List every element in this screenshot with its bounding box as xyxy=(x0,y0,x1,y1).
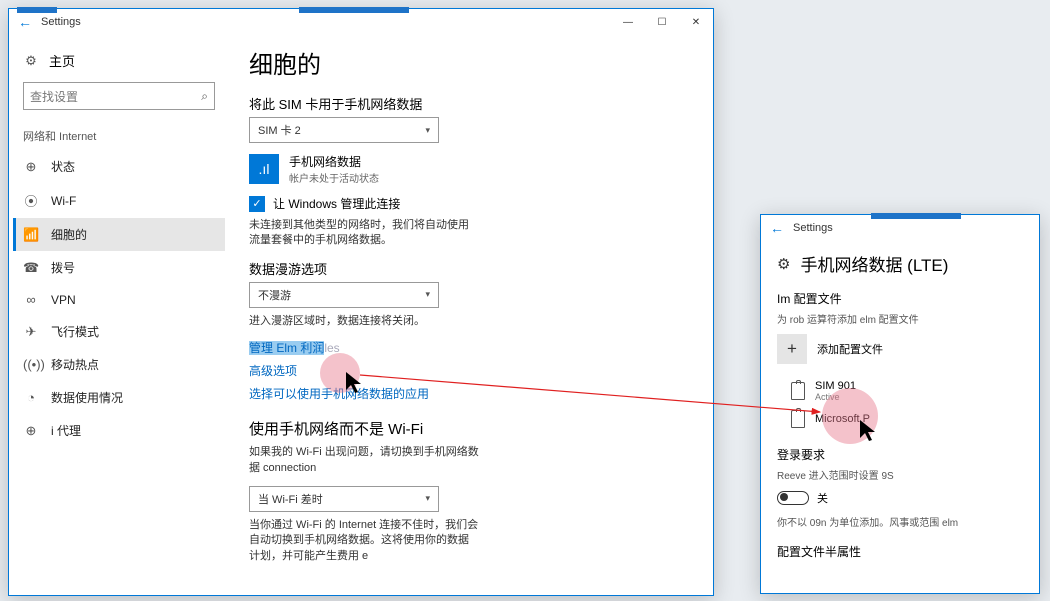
checkbox-label: 让 Windows 管理此连接 xyxy=(273,195,400,212)
roaming-desc: 进入漫游区域时，数据连接将关闭。 xyxy=(249,314,479,329)
gear-icon: ⚙ xyxy=(777,255,790,273)
gear-icon: ⚙ xyxy=(23,53,39,69)
home-link[interactable]: ⚙ 主页 xyxy=(13,45,225,76)
cellular-tile-icon: .ıl xyxy=(249,154,279,184)
wifi-icon: ⦿ xyxy=(23,191,39,210)
datausage-icon: ◔ xyxy=(23,390,39,405)
minimize-button[interactable]: — xyxy=(611,9,645,35)
sidebar-item-cellular[interactable]: 📶 细胞的 xyxy=(13,218,225,251)
sidebar-item-label: 细胞的 xyxy=(51,226,87,243)
sim-card-icon xyxy=(791,410,805,428)
window-title: Settings xyxy=(41,16,81,28)
profile-item[interactable]: Microsoft P xyxy=(777,406,1023,432)
page-title: 手机网络数据 (LTE) xyxy=(800,251,948,276)
dialup-icon: ☎ xyxy=(23,260,39,276)
add-profile-label: 添加配置文件 xyxy=(817,341,883,357)
sidebar-category: 网络和 Internet xyxy=(13,124,225,150)
sidebar-item-proxy[interactable]: ⊕ i 代理 xyxy=(13,414,225,447)
profiles-sub: 为 rob 运算符添加 elm 配置文件 xyxy=(777,311,1023,326)
use-cellular-select[interactable]: 当 Wi-Fi 差时 ▾ xyxy=(249,486,439,512)
sidebar-item-label: 移动热点 xyxy=(51,356,99,373)
close-button[interactable]: ✕ xyxy=(679,9,713,35)
sidebar-item-wifi[interactable]: ⦿ Wi-F xyxy=(13,183,225,218)
toggle-label: 关 xyxy=(817,490,828,506)
vpn-icon: ∞ xyxy=(23,292,39,307)
sim-label: 将此 SIM 卡用于手机网络数据 xyxy=(249,94,697,113)
proxy-icon: ⊕ xyxy=(23,423,39,439)
toggle-icon xyxy=(777,491,809,505)
checkbox-icon: ✓ xyxy=(249,196,265,212)
titlebar-small: ← Settings xyxy=(761,215,1039,241)
use-cellular-desc: 如果我的 Wi-Fi 出现问题，请切换到手机网络数据 connection xyxy=(249,445,479,476)
sidebar-item-datausage[interactable]: ◔ 数据使用情况 xyxy=(13,381,225,414)
back-button[interactable]: ← xyxy=(767,218,787,238)
chevron-down-icon: ▾ xyxy=(425,289,430,300)
manage-elm-link[interactable]: 管理 Elm 利润les xyxy=(249,339,697,356)
auto-connect-desc: 未连接到其他类型的网络时，我们将自动使用流量套餐中的手机网络数据。 xyxy=(249,218,479,249)
roaming-select[interactable]: 不漫游 ▾ xyxy=(249,282,439,308)
back-button[interactable]: ← xyxy=(15,12,35,32)
sidebar-item-label: 状态 xyxy=(51,158,75,175)
chevron-down-icon: ▾ xyxy=(425,493,430,504)
airplane-icon: ✈ xyxy=(23,324,39,340)
cellular-icon: 📶 xyxy=(23,227,39,243)
sim-card-icon xyxy=(791,382,805,400)
roaming-select-value: 不漫游 xyxy=(258,287,291,303)
settings-detail-window: ← Settings ⚙ 手机网络数据 (LTE) Im 配置文件 为 rob … xyxy=(760,214,1040,594)
sidebar-item-dialup[interactable]: ☎ 拨号 xyxy=(13,251,225,284)
signin-note: 你不以 09n 为单位添加。风事或范围 elm xyxy=(777,514,1023,529)
add-profile-button[interactable]: + 添加配置文件 xyxy=(777,334,1023,364)
sidebar-item-airplane[interactable]: ✈ 飞行模式 xyxy=(13,315,225,348)
tile-subtitle: 帐户未处于活动状态 xyxy=(289,170,379,185)
plus-icon: + xyxy=(777,334,807,364)
status-icon: ⊕ xyxy=(23,159,39,175)
roaming-label: 数据漫游选项 xyxy=(249,259,697,278)
sidebar-item-vpn[interactable]: ∞ VPN xyxy=(13,284,225,315)
titlebar: ← Settings — ☐ ✕ xyxy=(9,9,713,35)
use-cellular-desc2: 当你通过 Wi-Fi 的 Internet 连接不佳时，我们会自动切换到手机网络… xyxy=(249,518,479,564)
sidebar-item-label: VPN xyxy=(51,293,76,307)
chevron-down-icon: ▾ xyxy=(425,125,430,136)
hotspot-icon: ((•)) xyxy=(23,357,39,372)
signin-sub: Reeve 进入范围时设置 9S xyxy=(777,467,1023,482)
use-cellular-head: 使用手机网络而不是 Wi-Fi xyxy=(249,418,697,439)
sim-select-value: SIM 卡 2 xyxy=(258,122,301,138)
sidebar-item-label: 数据使用情况 xyxy=(51,389,123,406)
sidebar-item-label: 拨号 xyxy=(51,259,75,276)
props-head: 配置文件半属性 xyxy=(777,543,1023,560)
profile-item[interactable]: SIM 901Active xyxy=(777,376,1023,406)
sidebar-item-status[interactable]: ⊕ 状态 xyxy=(13,150,225,183)
sidebar-item-label: Wi-F xyxy=(51,194,76,208)
signin-toggle[interactable]: 关 xyxy=(777,490,1023,506)
main-pane: 细胞的 将此 SIM 卡用于手机网络数据 SIM 卡 2 ▾ .ıl 手机网络数… xyxy=(229,35,713,595)
search-placeholder: 查找设置 xyxy=(30,88,78,105)
home-label: 主页 xyxy=(49,51,75,70)
advanced-options-link[interactable]: 高级选项 xyxy=(249,362,697,379)
sim-select[interactable]: SIM 卡 2 ▾ xyxy=(249,117,439,143)
let-windows-manage-checkbox[interactable]: ✓ 让 Windows 管理此连接 xyxy=(249,195,697,212)
sidebar: ⚙ 主页 查找设置 ⌕ 网络和 Internet ⊕ 状态 ⦿ Wi-F 📶 细胞的 ☎ 拨号… xyxy=(9,35,229,595)
signin-head: 登录要求 xyxy=(777,446,1023,463)
window-title: Settings xyxy=(793,222,833,234)
page-title: 细胞的 xyxy=(249,45,697,80)
maximize-button[interactable]: ☐ xyxy=(645,9,679,35)
use-cellular-select-value: 当 Wi-Fi 差时 xyxy=(258,491,323,507)
sidebar-item-hotspot[interactable]: ((•)) 移动热点 xyxy=(13,348,225,381)
profiles-head: Im 配置文件 xyxy=(777,290,1023,307)
sidebar-item-label: i 代理 xyxy=(51,422,81,439)
search-input[interactable]: 查找设置 ⌕ xyxy=(23,82,215,110)
sidebar-item-label: 飞行模式 xyxy=(51,323,99,340)
choose-apps-link[interactable]: 选择可以使用手机网络数据的应用 xyxy=(249,385,697,402)
settings-main-window: ← Settings — ☐ ✕ ⚙ 主页 查找设置 ⌕ 网络和 Interne… xyxy=(8,8,714,596)
search-icon: ⌕ xyxy=(201,89,208,104)
tile-title: 手机网络数据 xyxy=(289,153,379,170)
